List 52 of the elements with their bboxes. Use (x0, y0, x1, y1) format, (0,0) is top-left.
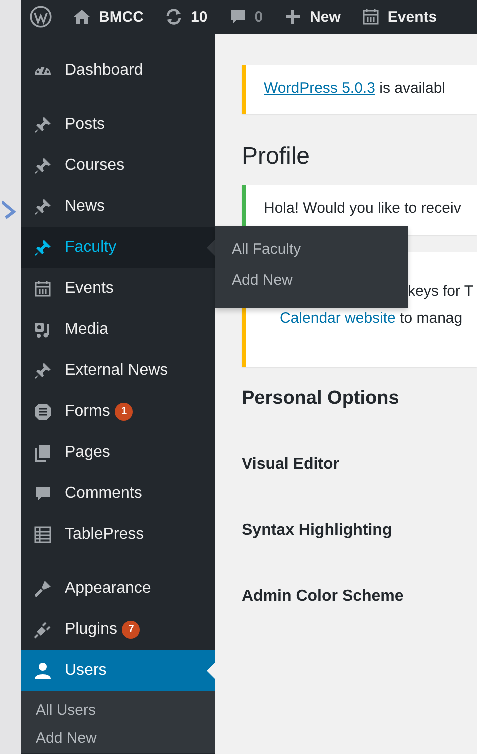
sidebar-item[interactable]: Posts (21, 104, 215, 145)
sidebar-item[interactable]: Media (21, 309, 215, 350)
sidebar-item[interactable]: Dashboard (21, 50, 215, 91)
refresh-icon (164, 7, 184, 27)
section-heading: Personal Options (242, 387, 400, 411)
flyout-item[interactable]: All Faculty (215, 234, 408, 265)
plug-icon (33, 620, 53, 640)
pin-icon (33, 238, 53, 258)
notice-link[interactable]: Calendar website (280, 310, 396, 327)
toolbar-events-link[interactable]: Events (360, 7, 438, 27)
count-badge: 7 (122, 620, 140, 638)
page-title: Profile (242, 142, 312, 172)
brush-icon (33, 578, 53, 598)
notice-text: WordPress 5.0.3 is availabl (263, 79, 446, 97)
sidebar-item[interactable]: External News (21, 350, 215, 391)
sidebar-item[interactable]: Plugins 7 (21, 609, 215, 650)
calendar-icon (33, 278, 53, 298)
pin-icon (33, 114, 53, 134)
sidebar-item[interactable]: Comments (21, 473, 215, 514)
calendar-icon (360, 7, 381, 27)
notice-link[interactable]: WordPress 5.0.3 (264, 80, 376, 97)
pages-icon (33, 442, 53, 462)
toolbar-updates-link[interactable]: 10 (164, 7, 208, 27)
sidebar-item[interactable]: Pages (21, 432, 215, 473)
field-label: Admin Color Scheme (242, 587, 405, 607)
toolbar-site-link[interactable]: BMCC (72, 7, 144, 27)
field-label: Syntax Highlighting (242, 521, 394, 541)
pin-icon (33, 196, 53, 216)
field-label: Visual Editor (242, 455, 341, 475)
sidebar-item[interactable]: News (21, 186, 215, 227)
user-icon (33, 660, 53, 680)
flyout-item[interactable]: Add New (215, 265, 408, 296)
sidebar-item[interactable]: Users (21, 650, 215, 691)
sidebar-item[interactable]: Faculty (21, 227, 215, 268)
submenu-item[interactable]: All Users (21, 697, 215, 725)
table-icon (33, 524, 53, 544)
sidebar-item[interactable]: Appearance (21, 568, 215, 609)
count-badge: 1 (115, 402, 134, 420)
submenu-item[interactable]: Add New (21, 725, 215, 753)
pin-icon (33, 156, 53, 176)
logo-icon[interactable] (30, 6, 52, 28)
sidebar-item[interactable]: TablePress (21, 514, 215, 555)
sidebar-item[interactable]: Forms 1 (21, 391, 215, 432)
notice-text: keys for T (408, 282, 475, 300)
pin-icon (33, 360, 53, 380)
home-icon (72, 7, 92, 27)
toolbar-comments-link[interactable]: 0 (228, 7, 264, 27)
form-icon (33, 402, 53, 422)
sidebar-item[interactable]: Courses (21, 145, 215, 186)
toolbar-new-link[interactable]: New (283, 7, 341, 27)
sidebar-item[interactable]: Events (21, 268, 215, 309)
notice-text: Hola! Would you like to receiv (263, 199, 462, 217)
